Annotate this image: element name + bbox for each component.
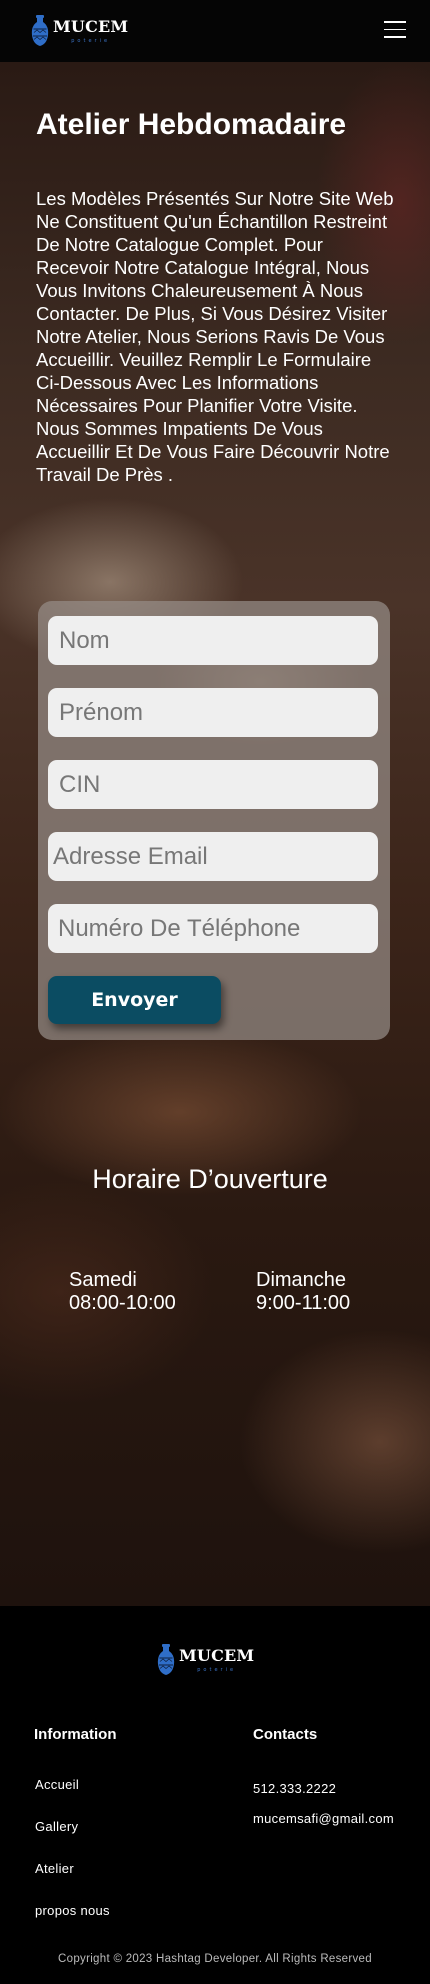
brand-tagline: poterie — [71, 37, 111, 44]
hours-saturday: Samedi 08:00-10:00 — [69, 1269, 176, 1315]
contact-phone[interactable]: 512.333.2222 — [253, 1781, 336, 1796]
hours-day: Samedi — [69, 1269, 137, 1291]
hours-title: Horaire D’ouverture — [92, 1164, 328, 1194]
contact-email[interactable]: mucemsafi@gmail.com — [253, 1811, 394, 1826]
nom-field[interactable] — [48, 616, 378, 665]
brand-tagline: poterie — [197, 1666, 237, 1673]
hamburger-menu-icon[interactable] — [384, 21, 406, 39]
copyright-text: Copyright © 2023 Hashtag Developer. All … — [58, 1953, 372, 1965]
brand-logo[interactable]: MUCEM poterie — [30, 15, 128, 47]
information-heading: Information — [34, 1726, 117, 1743]
hours-time: 9:00-11:00 — [256, 1292, 351, 1314]
intro-text: Les Modèles Présentés Sur Notre Site Web… — [36, 188, 394, 485]
vase-logo-icon — [157, 1644, 175, 1675]
footer-logo[interactable]: MUCEM poterie — [156, 1644, 254, 1676]
brand-name: MUCEM — [179, 1645, 255, 1665]
prenom-field[interactable] — [48, 688, 378, 737]
email-field[interactable] — [48, 832, 378, 881]
footer-link-accueil[interactable]: Accueil — [35, 1777, 79, 1792]
footer-link-propos-nous[interactable]: propos nous — [35, 1903, 110, 1918]
phone-field[interactable] — [48, 904, 378, 953]
hours-sunday: Dimanche 9:00-11:00 — [256, 1269, 350, 1315]
hours-time: 08:00-10:00 — [69, 1292, 176, 1314]
page-title: Atelier Hebdomadaire — [36, 108, 347, 141]
footer-link-gallery[interactable]: Gallery — [35, 1819, 78, 1834]
site-header: MUCEM poterie — [0, 0, 430, 62]
vase-logo-icon — [31, 15, 49, 46]
cin-field[interactable] — [48, 760, 378, 809]
site-footer: MUCEM poterie Information Accueil Galler… — [0, 1606, 430, 1984]
contacts-heading: Contacts — [253, 1726, 318, 1743]
hours-day: Dimanche — [256, 1269, 347, 1291]
submit-button[interactable]: Envoyer — [48, 976, 221, 1024]
visit-form: Envoyer — [38, 601, 390, 1040]
brand-name: MUCEM — [53, 16, 129, 36]
footer-link-atelier[interactable]: Atelier — [35, 1861, 74, 1876]
